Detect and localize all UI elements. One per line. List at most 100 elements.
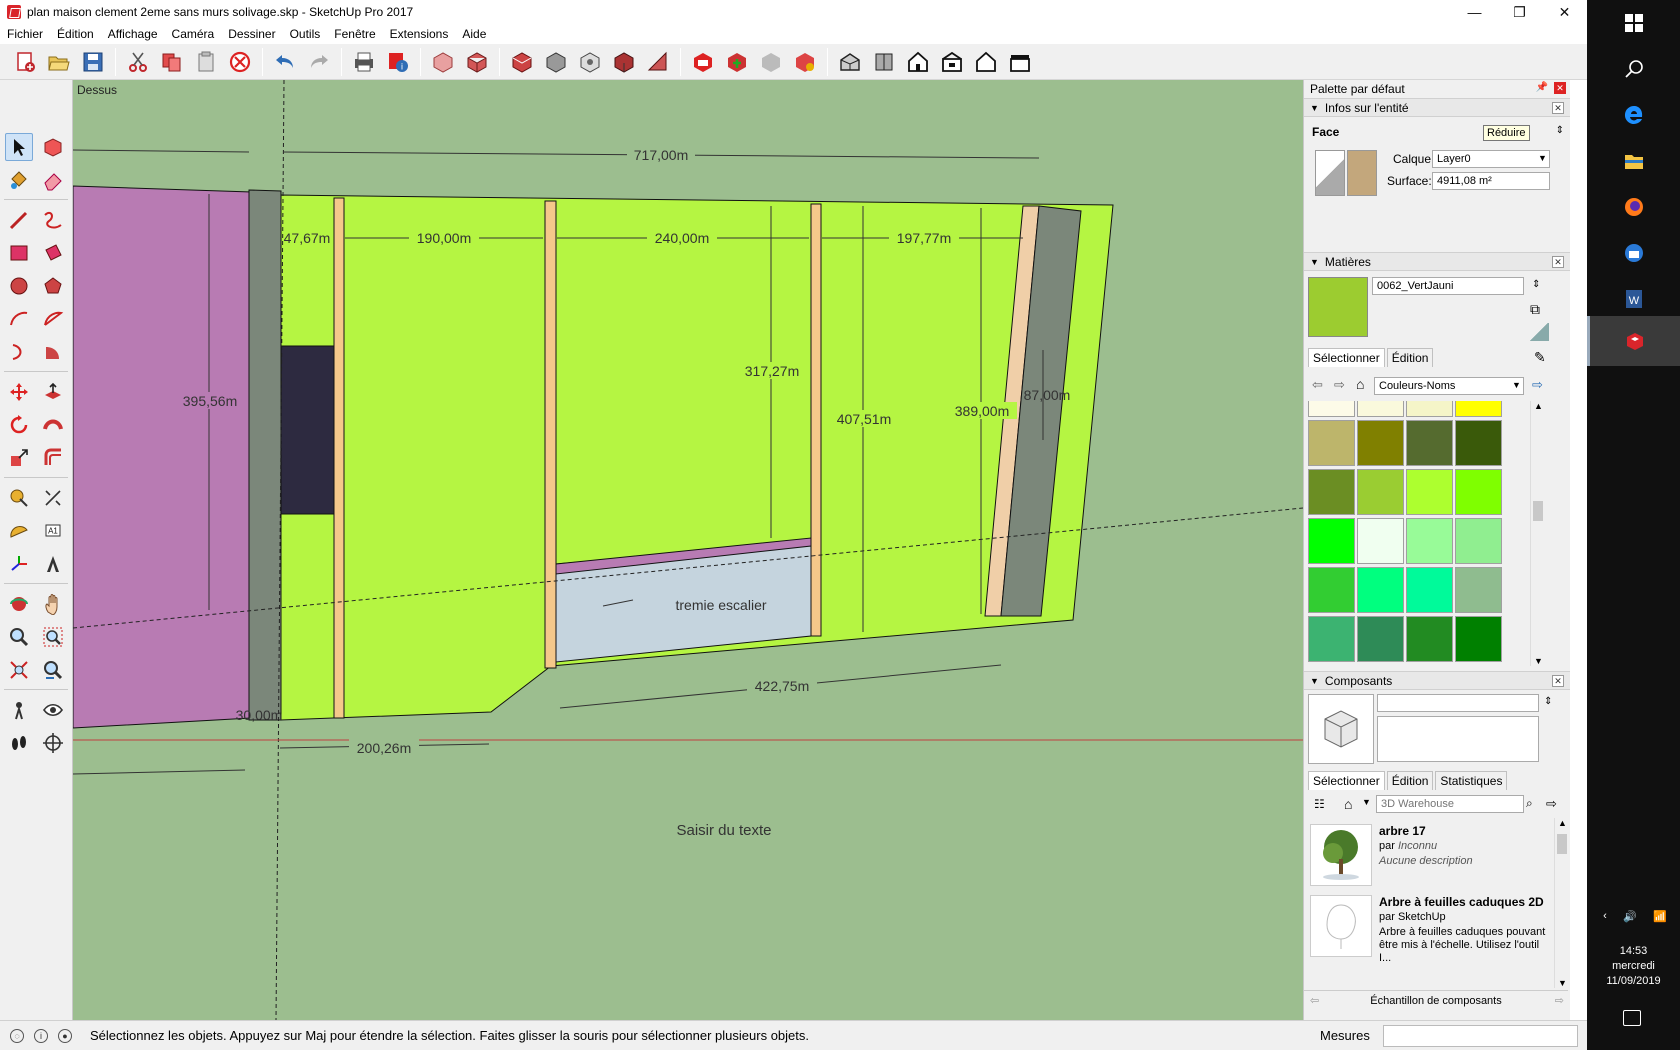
material-swatch[interactable]	[1357, 567, 1404, 613]
magenta-zone[interactable]	[73, 185, 252, 729]
forward-arrow-icon[interactable]: ⇨	[1334, 377, 1345, 393]
scale-tool-icon[interactable]	[5, 444, 33, 472]
undo-icon[interactable]	[270, 47, 300, 77]
front-view-icon[interactable]	[903, 47, 933, 77]
three-point-arc-icon[interactable]	[5, 338, 33, 366]
material-swatch[interactable]	[1357, 401, 1404, 417]
thunderbird-icon[interactable]	[1587, 230, 1680, 276]
hidden-line-icon[interactable]	[507, 47, 537, 77]
view-options-icon[interactable]: ☷	[1314, 797, 1325, 811]
offset-tool-icon[interactable]	[39, 444, 67, 472]
line-tool-icon[interactable]	[5, 206, 33, 234]
model-info-icon[interactable]: i	[383, 47, 413, 77]
menu-extensions[interactable]: Extensions	[383, 27, 456, 41]
home-icon[interactable]: ⌂	[1356, 376, 1364, 392]
back-material-swatch[interactable]	[1347, 150, 1377, 196]
tray-close-icon[interactable]: ✕	[1554, 82, 1566, 94]
beam-1[interactable]	[333, 197, 345, 719]
material-name-field[interactable]: 0062_VertJauni	[1372, 277, 1524, 295]
back-view-icon[interactable]	[971, 47, 1001, 77]
model-drawing[interactable]: 717,00m 47,67m 190,00m 240,00m 197,77m 3…	[73, 80, 1303, 1020]
erase-icon[interactable]	[225, 47, 255, 77]
modeling-viewport[interactable]: 717,00m 47,67m 190,00m 240,00m 197,77m 3…	[73, 80, 1303, 1020]
sample-components-footer[interactable]: ⇦ Échantillon de composants ⇨	[1304, 990, 1568, 1010]
entity-info-header[interactable]: ▼ Infos sur l'entité ✕	[1304, 98, 1570, 117]
open-icon[interactable]	[44, 47, 74, 77]
tab-materials-edit[interactable]: Édition	[1386, 348, 1434, 367]
polygon-tool-icon[interactable]	[39, 272, 67, 300]
textured-icon[interactable]	[575, 47, 605, 77]
measurements-input[interactable]	[1383, 1025, 1578, 1047]
materials-close-icon[interactable]: ✕	[1552, 256, 1564, 268]
zoom-extents-icon[interactable]	[5, 656, 33, 684]
material-swatch[interactable]	[1455, 469, 1502, 515]
clock[interactable]: 14:53 mercredi 11/09/2019	[1587, 944, 1680, 989]
windows-start-icon[interactable]	[1587, 0, 1680, 46]
paste-icon[interactable]	[191, 47, 221, 77]
back-arrow-icon[interactable]: ⇦	[1310, 994, 1319, 1007]
extension-warehouse-icon[interactable]	[756, 47, 786, 77]
back-arrow-icon[interactable]: ⇦	[1312, 377, 1323, 393]
material-swatch[interactable]	[1406, 616, 1453, 662]
material-swatch[interactable]	[1308, 518, 1355, 564]
new-icon[interactable]	[10, 47, 40, 77]
pan-icon[interactable]	[39, 590, 67, 618]
materials-header[interactable]: ▼ Matières ✕	[1304, 252, 1570, 271]
shaded-icon[interactable]	[541, 47, 571, 77]
chevron-down-icon[interactable]: ▼	[1362, 797, 1371, 807]
position-camera-icon[interactable]	[5, 696, 33, 724]
material-swatch[interactable]	[1455, 401, 1502, 417]
arc-tool-icon[interactable]	[5, 305, 33, 333]
material-swatch[interactable]	[1406, 518, 1453, 564]
firefox-icon[interactable]	[1587, 184, 1680, 230]
minimize-button[interactable]: —	[1452, 0, 1497, 24]
back-edges-icon[interactable]	[643, 47, 673, 77]
material-swatch[interactable]	[1357, 616, 1404, 662]
beam-3[interactable]	[810, 203, 822, 637]
default-material-icon[interactable]	[1529, 323, 1549, 341]
grey-wall-left[interactable]	[248, 189, 282, 721]
menu-dessiner[interactable]: Dessiner	[221, 27, 282, 41]
material-swatch[interactable]	[1357, 518, 1404, 564]
xray-icon[interactable]	[428, 47, 458, 77]
iso-view-icon[interactable]	[835, 47, 865, 77]
material-swatch[interactable]	[1455, 616, 1502, 662]
monochrome-icon[interactable]	[609, 47, 639, 77]
chevron-down-icon[interactable]: ▼	[1538, 153, 1547, 163]
chevron-down-icon[interactable]: ▼	[1512, 380, 1521, 390]
pin-icon[interactable]: 📌	[1536, 82, 1548, 93]
tape-measure-icon[interactable]	[5, 484, 33, 512]
walk-icon[interactable]	[5, 729, 33, 757]
list-item[interactable]: Arbre à feuilles caduques 2D par SketchU…	[1304, 893, 1554, 983]
forward-arrow-icon[interactable]: ⇨	[1555, 994, 1564, 1007]
tab-materials-select[interactable]: Sélectionner	[1308, 348, 1385, 367]
eyedropper-icon[interactable]: ✎	[1534, 349, 1546, 366]
notifications-icon[interactable]	[1623, 1010, 1641, 1026]
follow-me-icon[interactable]	[39, 411, 67, 439]
menu-camera[interactable]: Caméra	[165, 27, 222, 41]
menu-edition[interactable]: Édition	[50, 27, 101, 41]
dark-block[interactable]	[280, 345, 336, 515]
current-material-swatch[interactable]	[1308, 277, 1368, 337]
components-header[interactable]: ▼ Composants ✕	[1304, 671, 1570, 690]
material-swatch[interactable]	[1406, 420, 1453, 466]
edge-browser-icon[interactable]	[1587, 92, 1680, 138]
left-view-icon[interactable]	[1005, 47, 1035, 77]
create-material-icon[interactable]: ⧉	[1530, 301, 1540, 318]
tab-components-select[interactable]: Sélectionner	[1308, 771, 1385, 790]
credits-icon[interactable]: i	[34, 1028, 48, 1043]
warehouse-search-input[interactable]	[1376, 795, 1524, 813]
details-arrow-icon[interactable]: ⇨	[1532, 377, 1543, 393]
3d-warehouse-icon[interactable]	[688, 47, 718, 77]
tab-components-edit[interactable]: Édition	[1386, 771, 1434, 790]
close-button[interactable]: ✕	[1542, 0, 1587, 24]
material-swatch[interactable]	[1308, 469, 1355, 515]
material-swatch[interactable]	[1455, 518, 1502, 564]
menu-outils[interactable]: Outils	[283, 27, 328, 41]
material-swatch[interactable]	[1406, 567, 1453, 613]
file-explorer-icon[interactable]	[1587, 138, 1680, 184]
volume-icon[interactable]: 🔊	[1623, 910, 1637, 923]
menu-affichage[interactable]: Affichage	[101, 27, 165, 41]
previous-view-icon[interactable]	[39, 656, 67, 684]
3d-text-icon[interactable]	[39, 550, 67, 578]
